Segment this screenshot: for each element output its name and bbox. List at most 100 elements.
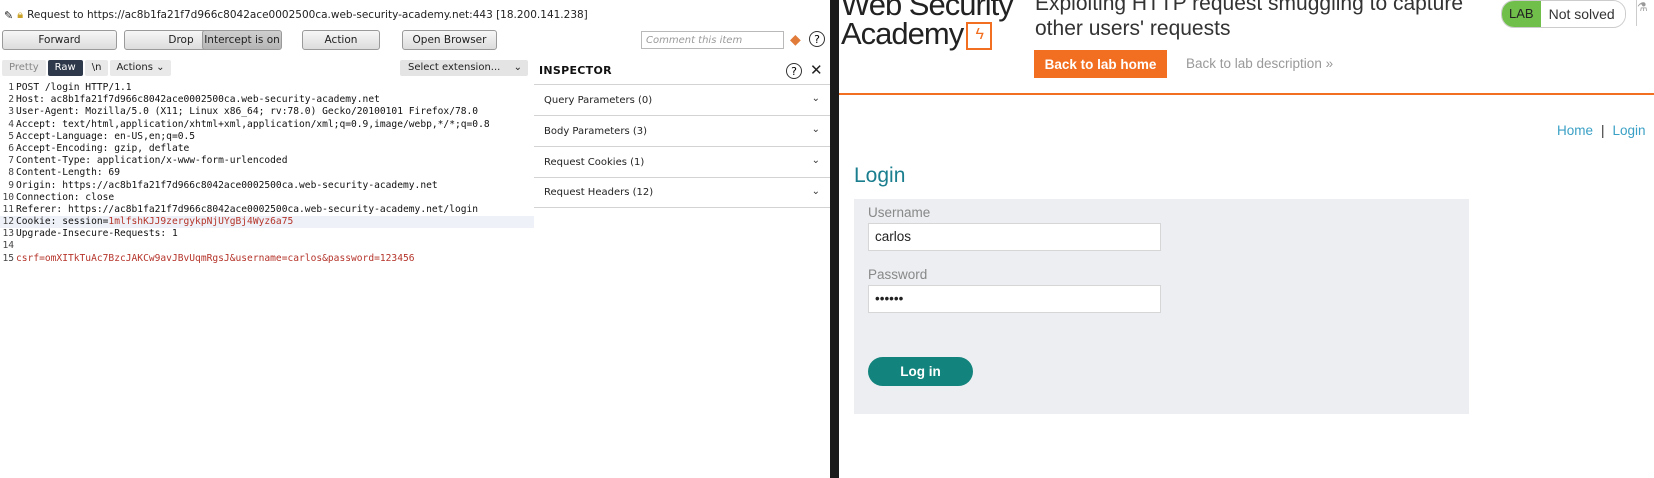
help-icon[interactable]: ?: [786, 63, 802, 79]
lab-status-badge: LAB Not solved: [1501, 0, 1626, 28]
window-divider: [830, 0, 839, 478]
select-extension-dropdown[interactable]: Select extension... ⌄: [400, 60, 528, 76]
code-line[interactable]: 7 Content-Type: application/x-www-form-ur…: [0, 155, 534, 167]
code-line[interactable]: 14: [0, 240, 534, 252]
line-number: 3: [8, 106, 14, 118]
lock-icon: 🔒︎: [17, 8, 24, 21]
section-label: Request Headers (12): [544, 187, 654, 198]
line-number: 1: [8, 82, 14, 93]
line-text: Connection: close: [16, 191, 115, 203]
academy-logo[interactable]: Web Security Academy ϟ: [841, 0, 1014, 50]
code-line[interactable]: 9 Origin: https://ac8b1fa21f7d966c8042ace…: [0, 180, 534, 192]
section-label: Request Cookies (1): [544, 156, 645, 168]
line-text: Accept-Language: en-US,en;q=0.5: [16, 130, 196, 142]
line-text: Upgrade-Insecure-Requests: 1: [16, 228, 178, 240]
intercept-toggle-button[interactable]: Intercept is on: [202, 30, 282, 50]
code-line[interactable]: 2 Host: ac8b1fa21f7d966c8042ace0002500ca.…: [0, 94, 534, 106]
line-text: Content-Length: 69: [16, 167, 120, 179]
chevron-down-icon: ⌄: [811, 124, 820, 135]
close-icon[interactable]: ✕: [810, 61, 823, 79]
code-line[interactable]: 4 Accept: text/html,application/xhtml+xml…: [0, 119, 534, 131]
line-number: 14: [2, 240, 14, 252]
line-text: Accept: text/html,application/xhtml+xml,…: [16, 118, 490, 130]
browser-page: Web Security Academy ϟ Exploiting HTTP re…: [839, 0, 1654, 478]
code-line[interactable]: 6 Accept-Encoding: gzip, deflate: [0, 143, 534, 155]
line-number: 13: [2, 228, 14, 240]
code-line[interactable]: 13 Upgrade-Insecure-Requests: 1: [0, 228, 534, 240]
top-nav: Home | Login: [1557, 123, 1646, 138]
code-line[interactable]: 10 Connection: close: [0, 192, 534, 204]
line-number: 5: [8, 130, 14, 142]
request-body[interactable]: 1 POST /login HTTP/1.1 2 Host: ac8b1fa21f7d…: [0, 82, 534, 265]
line-text: POST /login HTTP/1.1: [16, 82, 132, 93]
line-number: 15: [2, 252, 14, 264]
tab-pretty[interactable]: Pretty: [2, 60, 46, 76]
line-value: csrf=omXITkTuAc7BzcJAKCw9avJBvUqmRgsJ&us…: [16, 252, 415, 264]
inspector-title: INSPECTOR: [539, 64, 612, 77]
username-label: Username: [868, 205, 931, 220]
inspector-request-headers[interactable]: Request Headers (12) ⌄: [534, 177, 830, 208]
help-icon[interactable]: ?: [809, 31, 825, 47]
forward-button[interactable]: Forward: [2, 30, 117, 50]
inspector-request-cookies[interactable]: Request Cookies (1) ⌄: [534, 146, 830, 177]
comment-input[interactable]: Comment this item: [641, 31, 784, 49]
lab-title-line: other users' requests: [1035, 17, 1231, 40]
login-button[interactable]: Log in: [868, 357, 973, 386]
chevron-down-icon: ⌄: [811, 186, 820, 197]
code-line[interactable]: 1 POST /login HTTP/1.1: [0, 82, 534, 94]
code-line[interactable]: 15 csrf=omXITkTuAc7BzcJAKCw9avJBvUqmRgsJ&…: [0, 253, 534, 265]
line-number: 8: [8, 167, 14, 179]
lab-title: Exploiting HTTP request smuggling to cap…: [1035, 0, 1463, 41]
line-number: 11: [2, 203, 14, 215]
code-line[interactable]: 3 User-Agent: Mozilla/5.0 (X11; Linux x86…: [0, 106, 534, 118]
inspector-body-params[interactable]: Body Parameters (3) ⌄: [534, 115, 830, 146]
line-number: 7: [8, 155, 14, 167]
line-text: Content-Type: application/x-www-form-url…: [16, 155, 288, 167]
intercept-toolbar: Forward Drop Intercept is on Action Open…: [0, 28, 830, 52]
highlight-icon[interactable]: ◆: [790, 32, 801, 48]
action-button[interactable]: Action: [302, 30, 380, 50]
tab-raw[interactable]: Raw: [47, 60, 83, 76]
section-label: Body Parameters (3): [544, 125, 648, 137]
inspector-query-params[interactable]: Query Parameters (0) ⌄: [534, 84, 830, 115]
line-number: 4: [8, 118, 14, 130]
flask-icon: ⚗: [1636, 0, 1654, 26]
logo-mark-icon: ϟ: [966, 21, 993, 50]
code-line[interactable]: 8 Content-Length: 69: [0, 167, 534, 179]
open-browser-button[interactable]: Open Browser: [402, 30, 497, 50]
back-to-lab-home-button[interactable]: Back to lab home: [1034, 50, 1167, 78]
line-number: 9: [8, 179, 14, 191]
line-number: 12: [2, 216, 14, 228]
tab-newline[interactable]: \n: [84, 60, 109, 76]
code-line[interactable]: 11 Referer: https://ac8b1fa21f7d966c8042a…: [0, 204, 534, 216]
line-number: 10: [2, 191, 14, 203]
inspector-panel: INSPECTOR ? ✕ Query Parameters (0) ⌄ Bod…: [534, 58, 830, 478]
pencil-icon[interactable]: ✎: [4, 9, 13, 22]
nav-home-link[interactable]: Home: [1557, 123, 1593, 138]
line-text: Host: ac8b1fa21f7d966c8042ace0002500ca.w…: [16, 94, 380, 106]
line-value: 1mlfshKJJ9zergykpNjUYgBj4Wyz6a75: [108, 216, 294, 228]
editor-actions-menu[interactable]: Actions ⌄: [110, 60, 171, 76]
chevron-down-icon: ⌄: [811, 155, 820, 166]
back-to-lab-description-link[interactable]: Back to lab description »: [1186, 56, 1333, 71]
code-line[interactable]: 5 Accept-Language: en-US,en;q=0.5: [0, 131, 534, 143]
editor-tabs: Pretty Raw \n Actions ⌄: [0, 60, 171, 78]
line-text: Origin: https://ac8b1fa21f7d966c8042ace0…: [16, 179, 438, 191]
select-extension-label: Select extension...: [408, 62, 501, 73]
username-field[interactable]: carlos: [868, 223, 1161, 251]
message-editor[interactable]: Pretty Raw \n Actions ⌄ Select extension…: [0, 58, 535, 478]
header-divider: [839, 93, 1654, 95]
lab-label: LAB: [1502, 1, 1541, 27]
code-line[interactable]: 12 Cookie: session= 1mlfshKJJ9zergykpNjUYg…: [0, 216, 534, 229]
lab-title-line: Exploiting HTTP request smuggling to cap…: [1035, 0, 1463, 15]
login-form: Username carlos Password •••••• Log in: [854, 199, 1469, 414]
line-number: 6: [8, 142, 14, 154]
request-info: ✎ 🔒︎ Request to https://ac8b1fa21f7d966c…: [0, 6, 588, 24]
password-field[interactable]: ••••••: [868, 285, 1161, 313]
lab-status: Not solved: [1540, 1, 1625, 27]
line-text: Referer: https://ac8b1fa21f7d966c8042ace…: [16, 203, 479, 215]
logo-line-2: Academy ϟ: [841, 18, 1013, 50]
nav-login-link[interactable]: Login: [1613, 123, 1646, 138]
request-url: Request to https://ac8b1fa21f7d966c8042a…: [27, 9, 588, 21]
burp-intercept-panel: ✎ 🔒︎ Request to https://ac8b1fa21f7d966c…: [0, 0, 830, 478]
